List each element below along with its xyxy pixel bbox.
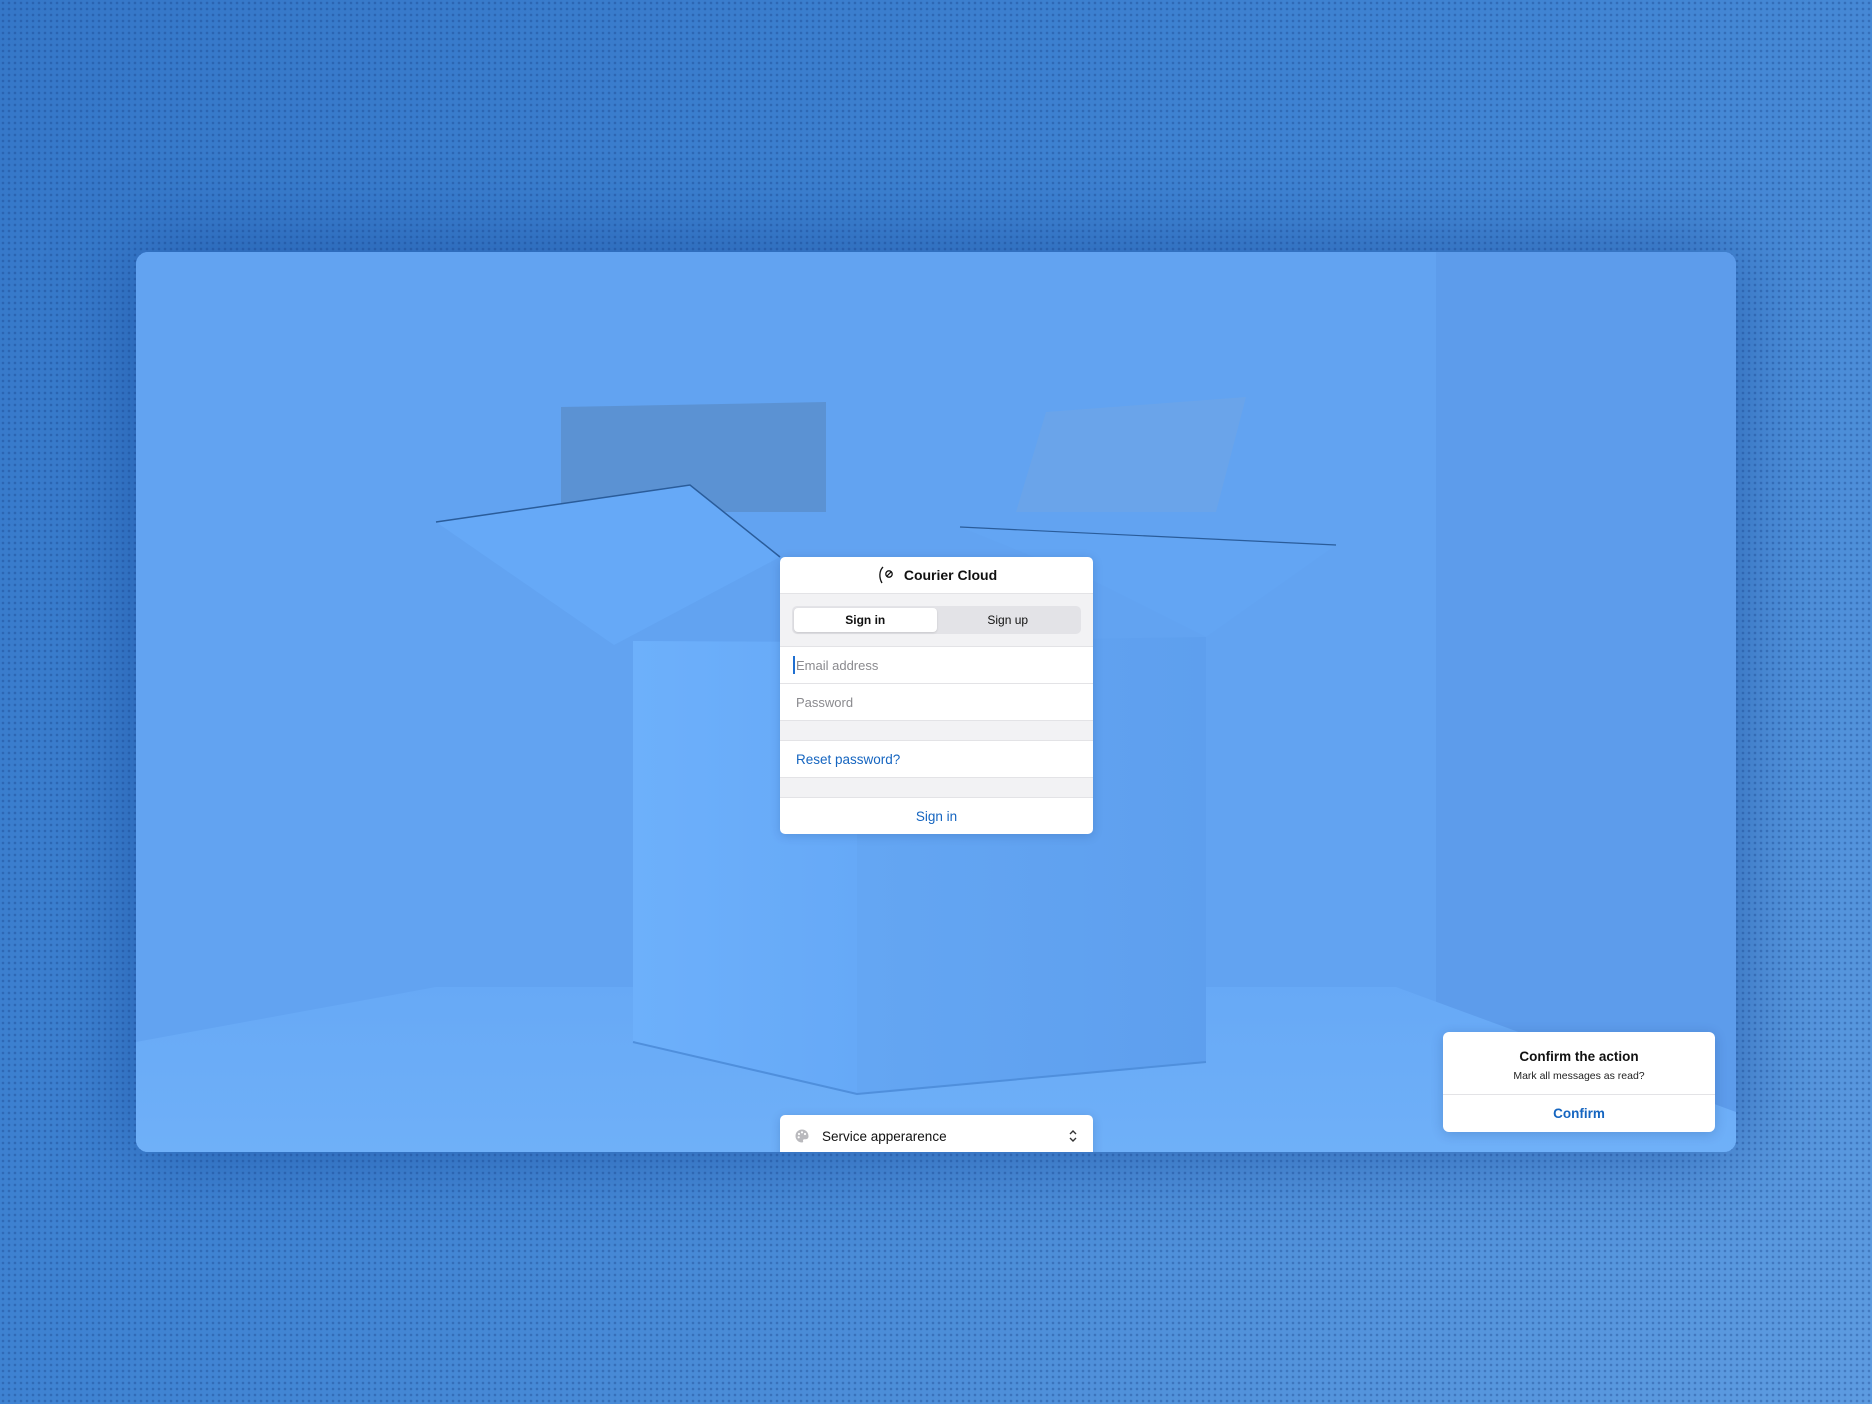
email-input[interactable] xyxy=(796,657,1077,673)
tab-sign-up[interactable]: Sign up xyxy=(937,608,1080,632)
confirm-dialog-message: Mark all messages as read? xyxy=(1513,1069,1645,1082)
password-field-row xyxy=(780,684,1093,721)
auth-mode-switch: Sign in Sign up xyxy=(792,606,1081,634)
email-field-row xyxy=(780,647,1093,684)
palette-icon xyxy=(795,1129,809,1143)
device-screen: Courier Cloud Sign in Sign up Reset pass… xyxy=(136,252,1736,1152)
confirm-dialog-title: Confirm the action xyxy=(1519,1048,1639,1064)
confirm-dialog-body: Confirm the action Mark all messages as … xyxy=(1443,1032,1715,1095)
chevron-up-down-icon xyxy=(1069,1130,1077,1142)
sign-in-button[interactable]: Sign in xyxy=(780,798,1093,834)
feather-pen-logo-icon xyxy=(879,566,893,584)
service-appearance-label: Service apperarence xyxy=(822,1128,947,1144)
login-card: Courier Cloud Sign in Sign up Reset pass… xyxy=(780,557,1093,834)
confirm-action-dialog: Confirm the action Mark all messages as … xyxy=(1443,1032,1715,1132)
reset-password-link[interactable]: Reset password? xyxy=(780,741,1093,778)
tab-sign-in[interactable]: Sign in xyxy=(794,608,937,632)
password-input[interactable] xyxy=(796,694,1077,710)
section-spacer xyxy=(780,721,1093,741)
text-cursor xyxy=(793,656,795,674)
auth-mode-container: Sign in Sign up xyxy=(780,594,1093,647)
login-card-header: Courier Cloud xyxy=(780,557,1093,594)
service-appearance-select[interactable]: Service apperarence xyxy=(780,1115,1093,1152)
confirm-button[interactable]: Confirm xyxy=(1443,1095,1715,1131)
app-title: Courier Cloud xyxy=(903,567,998,583)
section-spacer xyxy=(780,778,1093,798)
